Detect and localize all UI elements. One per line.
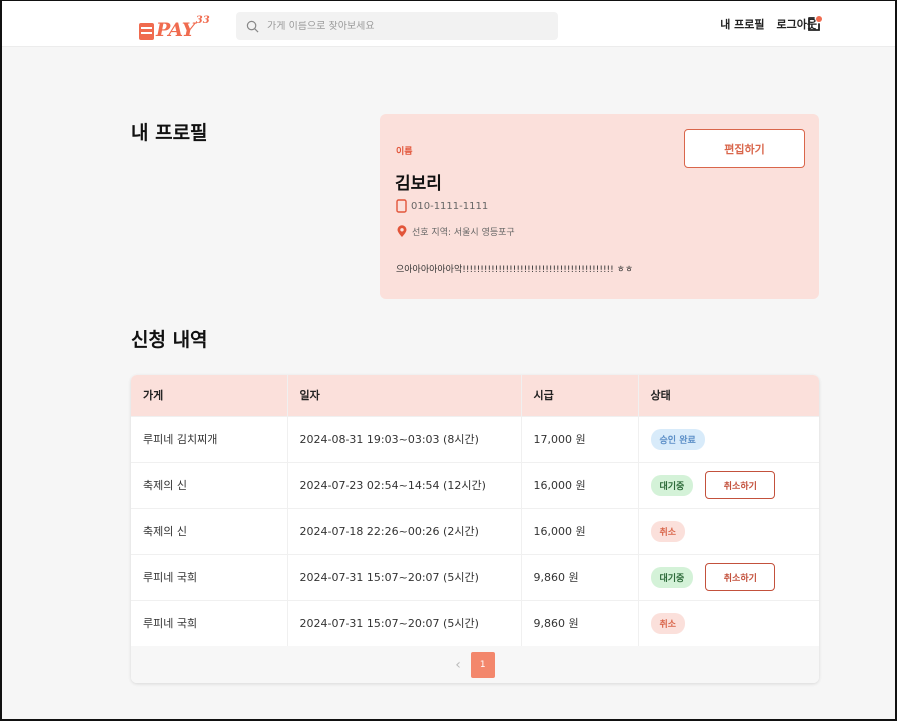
cell-store: 축제의 신: [143, 479, 187, 492]
status-badge: 취소: [650, 612, 686, 634]
preferred-region: 선호 지역: 서울시 영등포구: [412, 228, 515, 238]
cell-status: 취소: [637, 508, 819, 554]
cell-store: 루피네 국희: [143, 571, 198, 584]
cell-wage: 16,000 원: [520, 508, 638, 554]
notification-icon[interactable]: [805, 15, 823, 33]
phone-row: 010-1111-1111: [396, 199, 488, 213]
status-badge: 승인 완료: [650, 428, 705, 450]
table-row: 루피네 국희 2024-07-31 15:07~20:07 (5시간) 9,86…: [131, 554, 819, 600]
column-header-wage: 시급: [520, 375, 638, 416]
name-label: 이름: [396, 147, 413, 157]
search-bar[interactable]: [236, 12, 558, 40]
cancel-application-button[interactable]: 취소하기: [705, 471, 776, 499]
profile-bio: 으아아아아아아악!!!!!!!!!!!!!!!!!!!!!!!!!!!!!!!!…: [396, 265, 634, 275]
applications-table-card: 가게 일자 시급 상태 루피네 김치찌개 2024-08-31 19:03~03…: [131, 375, 819, 683]
cell-store: 루피네 국희: [143, 617, 198, 631]
cell-wage: 9,860 원: [520, 554, 638, 600]
page-number-current[interactable]: 1: [470, 651, 495, 678]
edit-profile-button[interactable]: 편집하기: [684, 129, 805, 168]
cell-status: 승인 완료: [637, 416, 819, 462]
search-icon: [246, 20, 259, 32]
status-badge: 대기중: [650, 474, 694, 496]
region-row: 선호 지역: 서울시 영등포구: [396, 225, 515, 238]
phone-number: 010-1111-1111: [411, 200, 489, 212]
cancel-application-button[interactable]: 취소하기: [705, 563, 776, 591]
cell-date: 2024-07-31 15:07~20:07 (5시간): [286, 554, 521, 600]
logo-mark-icon: [139, 23, 154, 40]
cell-wage: 9,860 원: [520, 600, 638, 646]
table-row: 축제의 신 2024-07-23 02:54~14:54 (12시간) 16,0…: [131, 462, 819, 508]
applications-section-title: 신청 내역: [131, 329, 208, 351]
phone-icon: [396, 199, 407, 213]
cell-wage: 17,000 원: [520, 416, 638, 462]
cell-date: 2024-07-23 02:54~14:54 (12시간): [286, 462, 521, 508]
status-badge: 취소: [650, 520, 686, 542]
cell-date: 2024-07-18 22:26~00:26 (2시간): [286, 508, 521, 554]
header-nav: 내 프로필 로그아웃: [720, 16, 817, 32]
chevron-left-icon[interactable]: ‹: [455, 657, 461, 673]
table-row: 루피네 김치찌개 2024-08-31 19:03~03:03 (8시간) 17…: [131, 416, 819, 462]
cell-date: 2024-08-31 19:03~03:03 (8시간): [286, 416, 521, 462]
cell-status: 대기중 취소하기: [637, 462, 819, 508]
applications-table: 가게 일자 시급 상태 루피네 김치찌개 2024-08-31 19:03~03…: [131, 375, 819, 646]
status-badge: 대기중: [650, 566, 694, 588]
search-input[interactable]: [267, 20, 547, 32]
logo-text: PAY: [156, 19, 195, 41]
nav-profile-link[interactable]: 내 프로필: [720, 16, 764, 32]
logo-superscript: 33: [195, 15, 210, 26]
cell-date: 2024-07-31 15:07~20:07 (5시간): [286, 600, 521, 646]
profile-section-title: 내 프로필: [131, 122, 208, 144]
logo[interactable]: PAY 33: [139, 10, 210, 40]
column-header-store: 가게: [143, 389, 164, 403]
profile-name: 김보리: [395, 174, 442, 194]
table-row: 루피네 국희 2024-07-31 15:07~20:07 (5시간) 9,86…: [131, 600, 819, 646]
cell-store: 루피네 김치찌개: [143, 433, 218, 446]
cell-status: 취소: [637, 600, 819, 646]
table-header-row: 가게 일자 시급 상태: [131, 375, 819, 416]
column-header-status: 상태: [637, 375, 819, 416]
location-pin-icon: [397, 225, 407, 237]
profile-card: 이름 김보리 010-1111-1111 선호 지역: 서울시 영등포구 으아아…: [380, 114, 819, 299]
top-header: PAY 33 내 프로필 로그아웃: [2, 1, 895, 47]
column-header-date: 일자: [286, 375, 521, 416]
cell-store: 축제의 신: [143, 525, 187, 538]
cell-wage: 16,000 원: [520, 462, 638, 508]
pagination: ‹ 1: [131, 646, 819, 683]
cell-status: 대기중 취소하기: [637, 554, 819, 600]
table-row: 축제의 신 2024-07-18 22:26~00:26 (2시간) 16,00…: [131, 508, 819, 554]
